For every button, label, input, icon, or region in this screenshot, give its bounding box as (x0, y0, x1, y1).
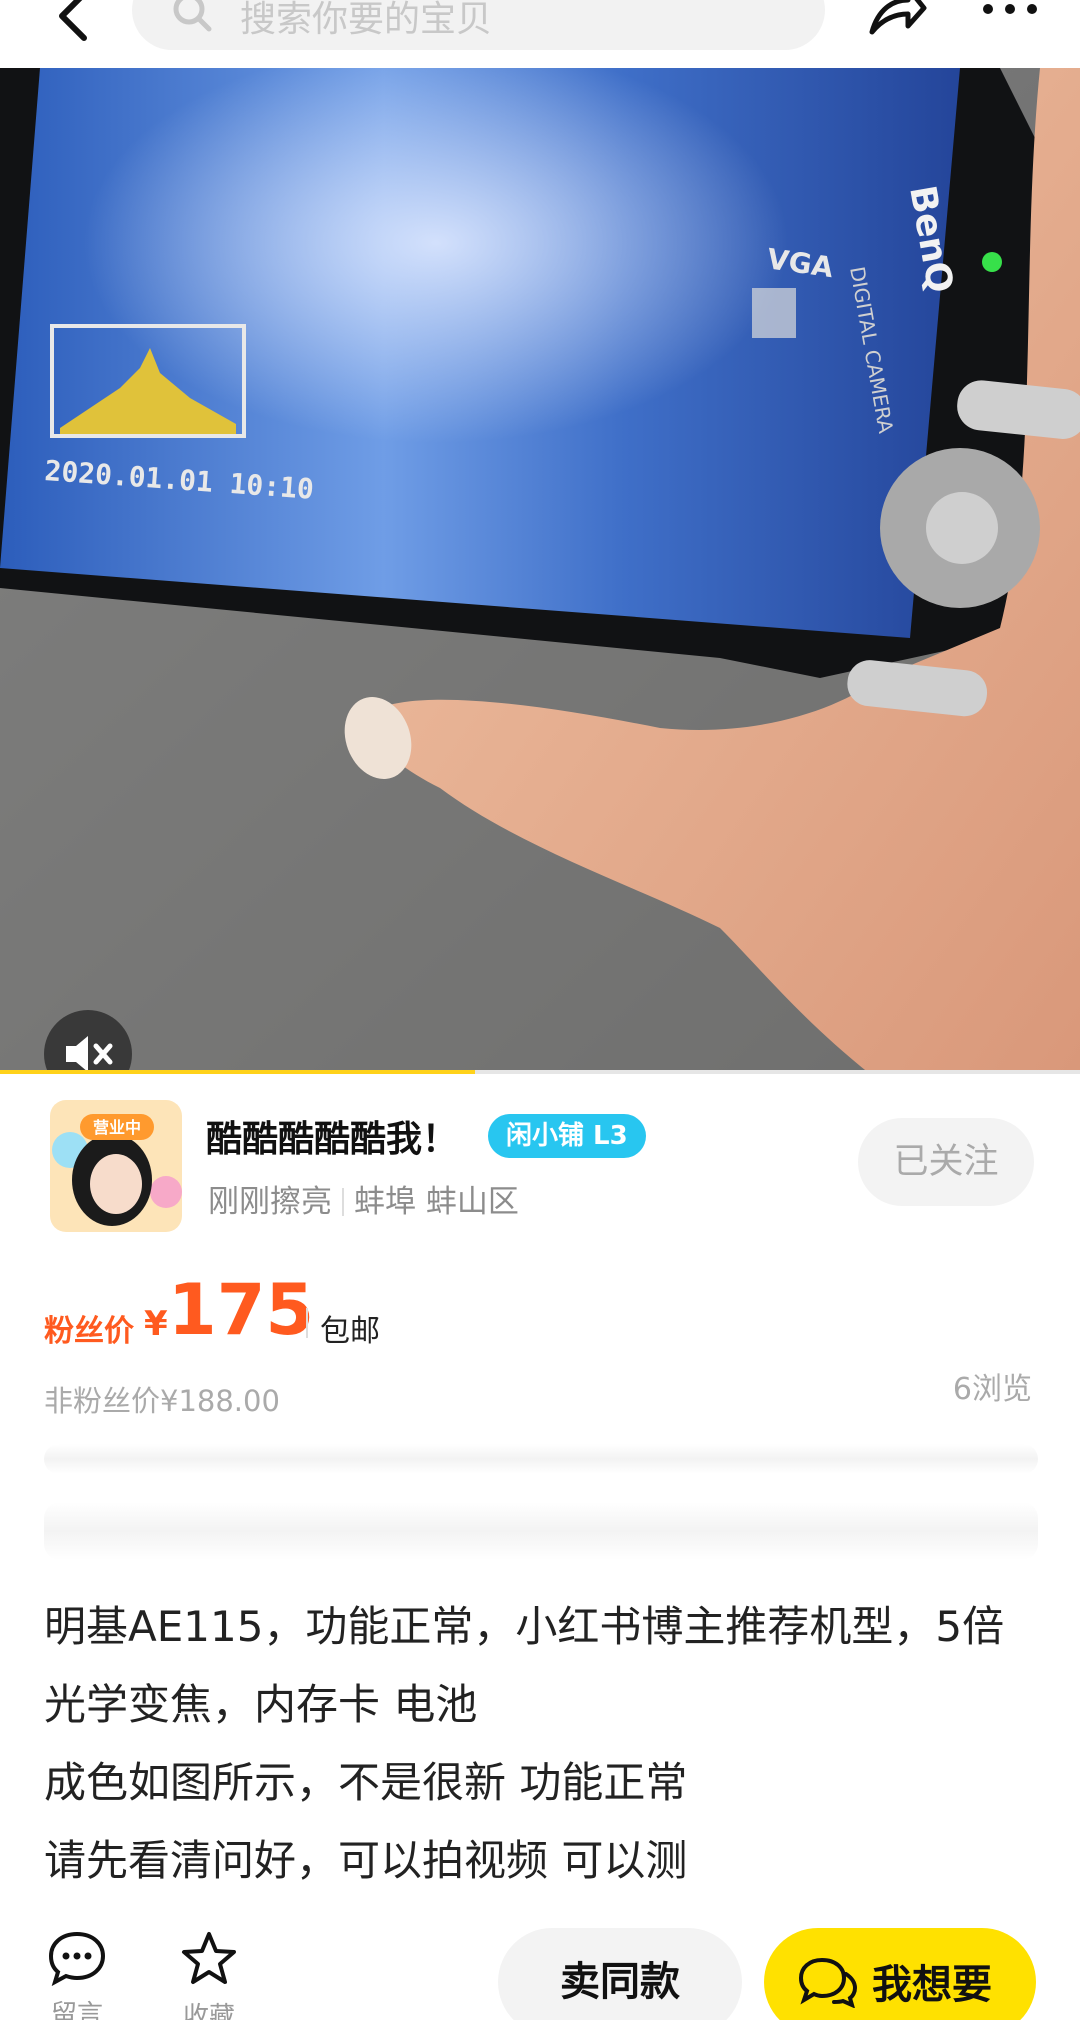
top-bar: 搜索你要的宝贝 (0, 0, 1080, 68)
non-fan-price: 非粉丝价¥188.00 (44, 1384, 280, 1418)
share-icon[interactable] (864, 0, 928, 44)
more-icon[interactable] (978, 0, 1042, 24)
description-line: 成色如图所示，不是很新 功能正常 (44, 1758, 688, 1807)
favorite-button[interactable]: 收藏 (164, 1930, 254, 2020)
description-line: 光学变焦，内存卡 电池 (44, 1680, 478, 1729)
product-photo: 2020.01.01 10:10 VGA BenQ DIGITAL CAMERA (0, 68, 1080, 1074)
shop-level-badge[interactable]: 闲小铺 L3 (488, 1114, 646, 1158)
view-count: 6浏览 (952, 1372, 1032, 1407)
comment-label: 留言 (50, 2000, 103, 2020)
seller-city: 蚌埠 (354, 1184, 416, 1220)
product-description: 明基AE115，功能正常，小红书博主推荐机型，5倍 光学变焦，内存卡 电池 成色… (44, 1588, 1044, 1900)
avatar-status-tag: 营业中 (93, 1118, 141, 1137)
star-icon (182, 1932, 236, 1984)
back-arrow-icon[interactable] (44, 0, 104, 46)
seller-meta: 刚刚擦亮 蚌埠 蚌山区 (208, 1176, 519, 1221)
video-progress-fill (0, 1070, 476, 1074)
seller-avatar[interactable]: 营业中 (50, 1100, 182, 1232)
description-line: 请先看清问好，可以拍视频 可以测 (44, 1836, 688, 1885)
favorite-label: 收藏 (182, 2002, 235, 2020)
description-line: 明基AE115，功能正常，小红书博主推荐机型，5倍 (44, 1602, 1005, 1651)
loading-placeholder (44, 1502, 1038, 1560)
fan-price-label: 粉丝价 (44, 1314, 134, 1349)
product-video[interactable]: 2020.01.01 10:10 VGA BenQ DIGITAL CAMERA (0, 68, 1080, 1074)
loading-placeholder (44, 1444, 1038, 1474)
video-progress-bar[interactable] (0, 1070, 1080, 1074)
i-want-label: 我想要 (872, 1963, 992, 2007)
meta-divider (342, 1188, 344, 1216)
price-value: 175 (168, 1269, 315, 1351)
chat-icon (798, 1957, 858, 2008)
currency-symbol: ¥ (144, 1304, 168, 1344)
seller-activity: 刚刚擦亮 (208, 1184, 332, 1220)
price-divider (306, 1308, 308, 1338)
search-placeholder: 搜索你要的宝贝 (240, 0, 493, 40)
speaker-muted-icon (66, 1036, 113, 1072)
search-icon (173, 0, 212, 32)
i-want-button[interactable]: 我想要 (764, 1928, 1036, 2020)
seller-name[interactable]: 酷酷酷酷酷我！ (206, 1110, 458, 1162)
seller-district: 蚌山区 (425, 1184, 519, 1220)
shipping-label: 包邮 (320, 1314, 380, 1349)
sell-same-button[interactable]: 卖同款 (498, 1928, 742, 2020)
chat-bubble-icon (48, 1931, 106, 1987)
comment-button[interactable]: 留言 (32, 1930, 122, 2020)
follow-button[interactable]: 已关注 (858, 1118, 1034, 1206)
search-bar[interactable]: 搜索你要的宝贝 (132, 0, 825, 50)
mute-toggle[interactable] (44, 1010, 132, 1074)
